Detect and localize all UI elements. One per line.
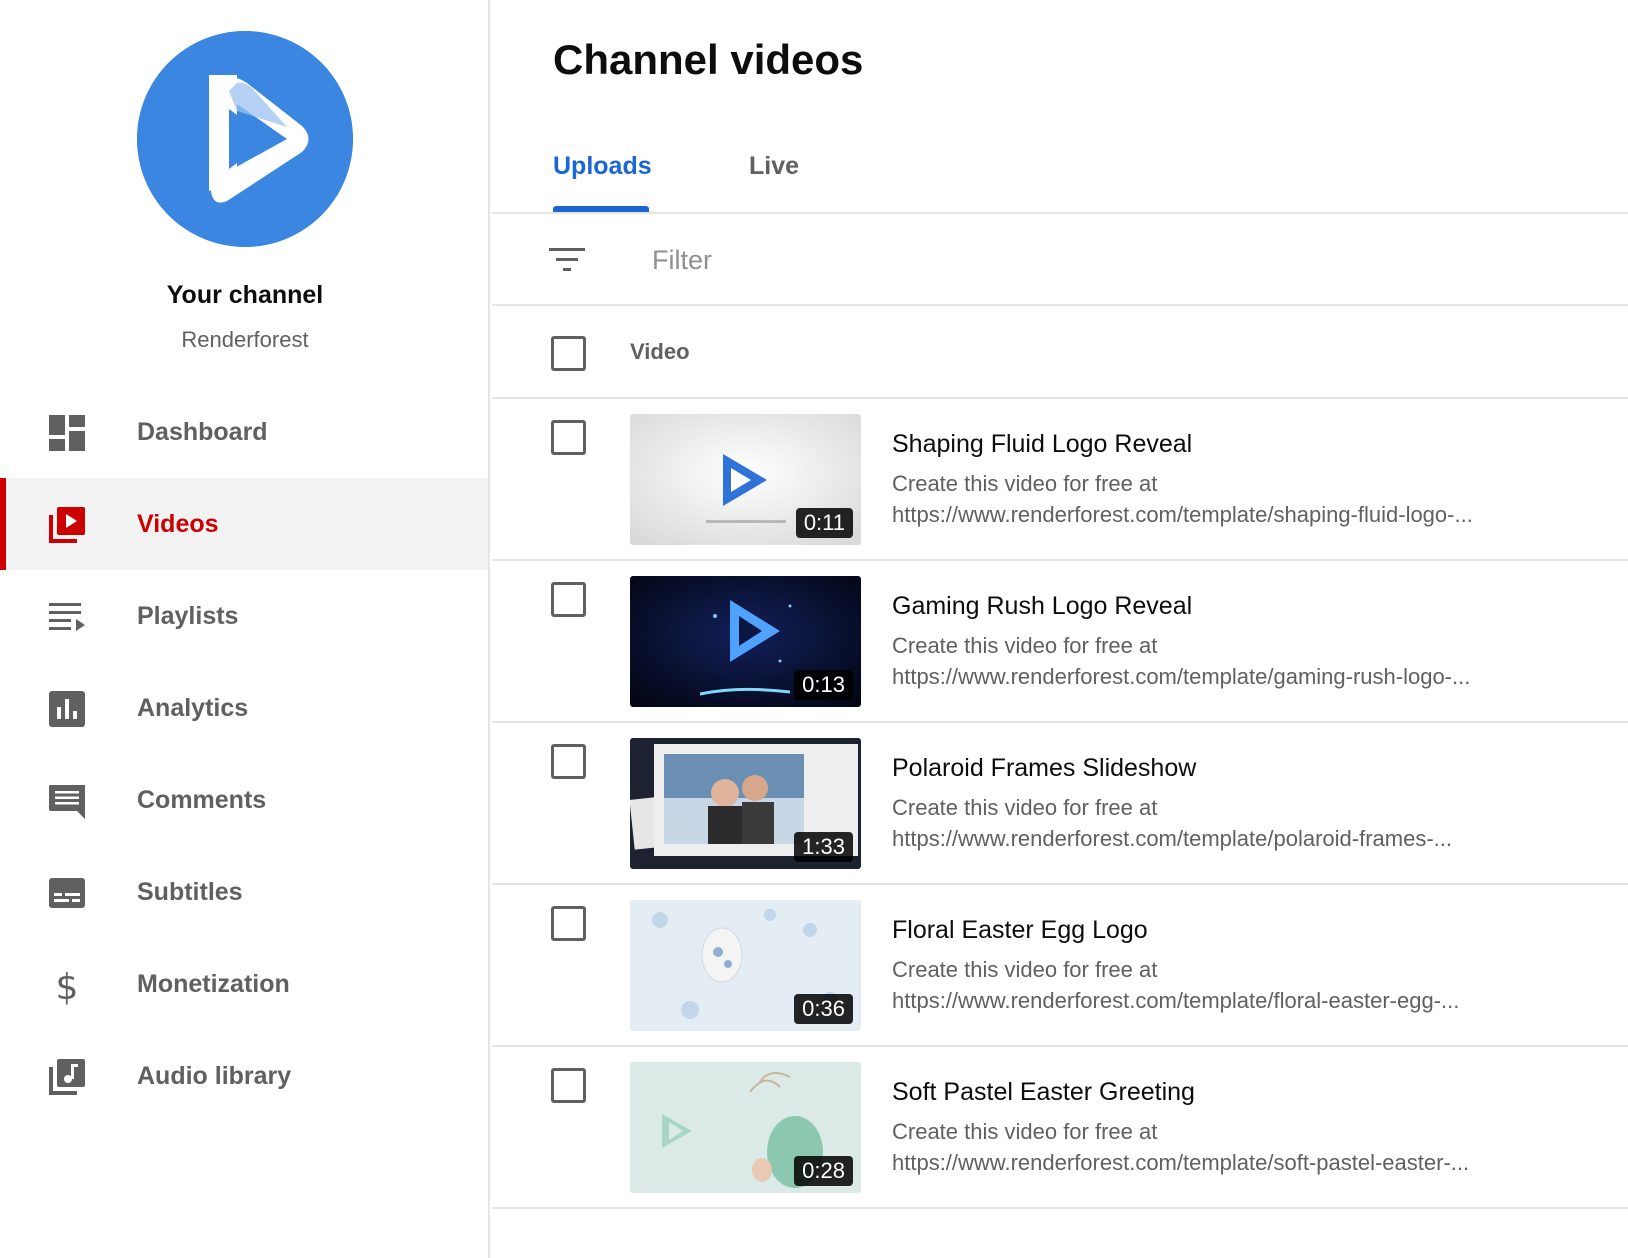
video-description-link: https://www.renderforest.com/template/po…: [892, 826, 1452, 851]
sidebar-item-subtitles[interactable]: Subtitles: [0, 846, 488, 938]
video-description-link: https://www.renderforest.com/template/sh…: [892, 502, 1473, 527]
video-description: Create this video for free at: [892, 957, 1158, 982]
table-row: 0:36 Floral Easter Egg Logo Create this …: [492, 885, 1628, 1047]
tab-uploads[interactable]: Uploads: [553, 152, 652, 181]
row-checkbox[interactable]: [551, 582, 586, 617]
channel-title: Your channel: [166, 281, 324, 309]
video-duration: 0:13: [794, 670, 853, 700]
audio-library-icon: [47, 1057, 87, 1097]
sidebar-item-label: Videos: [137, 509, 219, 538]
filter-icon[interactable]: [549, 244, 587, 276]
analytics-icon: [47, 689, 87, 729]
channel-avatar[interactable]: [137, 31, 353, 247]
filter-input[interactable]: [652, 240, 1552, 280]
table-header: Video: [492, 306, 1628, 399]
sidebar: Your channel Renderforest Dashboard Vide…: [0, 0, 490, 1258]
row-checkbox[interactable]: [551, 906, 586, 941]
video-title[interactable]: Gaming Rush Logo Reveal: [892, 592, 1192, 621]
sidebar-item-dashboard[interactable]: Dashboard: [0, 386, 488, 478]
sidebar-item-label: Audio library: [137, 1061, 292, 1090]
sidebar-item-label: Monetization: [137, 969, 290, 998]
video-title[interactable]: Shaping Fluid Logo Reveal: [892, 430, 1192, 459]
video-thumbnail[interactable]: 1:33: [630, 738, 861, 869]
sidebar-item-audio-library[interactable]: Audio library: [0, 1030, 488, 1122]
tab-bar: Uploads Live: [492, 130, 1628, 214]
video-thumbnail[interactable]: 0:36: [630, 900, 861, 1031]
video-thumbnail[interactable]: 0:28: [630, 1062, 861, 1193]
playlists-icon: [47, 597, 87, 637]
video-duration: 0:36: [794, 994, 853, 1024]
sidebar-item-playlists[interactable]: Playlists: [0, 570, 488, 662]
filter-bar: [492, 214, 1628, 306]
video-description: Create this video for free at: [892, 471, 1158, 496]
video-title[interactable]: Floral Easter Egg Logo: [892, 916, 1148, 945]
subtitles-icon: [47, 873, 87, 913]
video-description-link: https://www.renderforest.com/template/fl…: [892, 988, 1460, 1013]
video-thumbnail[interactable]: 0:11: [630, 414, 861, 545]
videos-icon: [47, 505, 87, 545]
sidebar-item-comments[interactable]: Comments: [0, 754, 488, 846]
table-row: 1:33 Polaroid Frames Slideshow Create th…: [492, 723, 1628, 885]
video-description: Create this video for free at: [892, 1119, 1158, 1144]
row-checkbox[interactable]: [551, 744, 586, 779]
table-row: 0:11 Shaping Fluid Logo Reveal Create th…: [492, 399, 1628, 561]
video-thumbnail[interactable]: 0:13: [630, 576, 861, 707]
page-title: Channel videos: [553, 36, 864, 83]
sidebar-item-monetization[interactable]: $ Monetization: [0, 938, 488, 1030]
svg-text:$: $: [56, 967, 79, 1005]
monetization-icon: $: [47, 965, 87, 1005]
video-duration: 0:28: [794, 1156, 853, 1186]
video-title[interactable]: Polaroid Frames Slideshow: [892, 754, 1196, 783]
video-description-link: https://www.renderforest.com/template/ga…: [892, 664, 1471, 689]
video-duration: 1:33: [794, 832, 853, 862]
channel-name: Renderforest: [181, 327, 309, 352]
sidebar-item-label: Dashboard: [137, 417, 268, 446]
sidebar-item-label: Comments: [137, 785, 267, 814]
column-header-video: Video: [630, 339, 690, 364]
play-logo-icon: [137, 31, 353, 247]
row-checkbox[interactable]: [551, 420, 586, 455]
sidebar-item-label: Playlists: [137, 601, 239, 630]
active-tab-indicator: [553, 206, 649, 212]
tab-live[interactable]: Live: [749, 152, 799, 181]
table-row: 0:28 Soft Pastel Easter Greeting Create …: [492, 1047, 1628, 1209]
table-row: 0:13 Gaming Rush Logo Reveal Create this…: [492, 561, 1628, 723]
video-title[interactable]: Soft Pastel Easter Greeting: [892, 1078, 1195, 1107]
dashboard-icon: [47, 413, 87, 453]
video-list: 0:11 Shaping Fluid Logo Reveal Create th…: [492, 399, 1628, 1209]
video-description-link: https://www.renderforest.com/template/so…: [892, 1150, 1470, 1175]
video-description: Create this video for free at: [892, 633, 1158, 658]
comments-icon: [47, 781, 87, 821]
video-duration: 0:11: [795, 508, 853, 538]
main-content: Channel videos Uploads Live Video: [492, 0, 1628, 1258]
sidebar-item-label: Subtitles: [137, 877, 243, 906]
select-all-checkbox[interactable]: [551, 336, 586, 371]
sidebar-item-analytics[interactable]: Analytics: [0, 662, 488, 754]
sidebar-nav: Dashboard Videos Playlists Analytics Com…: [0, 386, 488, 1122]
sidebar-item-videos[interactable]: Videos: [0, 478, 488, 570]
row-checkbox[interactable]: [551, 1068, 586, 1103]
sidebar-item-label: Analytics: [137, 693, 249, 722]
video-description: Create this video for free at: [892, 795, 1158, 820]
